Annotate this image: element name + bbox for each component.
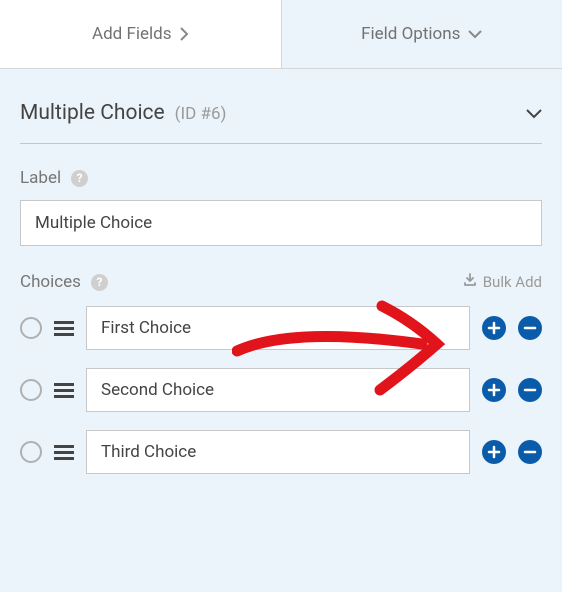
choice-row [20, 368, 542, 412]
remove-choice-button[interactable] [518, 378, 542, 402]
help-icon[interactable]: ? [91, 274, 108, 291]
tab-add-fields[interactable]: Add Fields [0, 0, 282, 68]
section-title: Multiple Choice [20, 101, 165, 125]
section-header[interactable]: Multiple Choice (ID #6) [20, 101, 542, 144]
radio-button[interactable] [20, 317, 42, 339]
bulk-add-label: Bulk Add [483, 273, 542, 291]
tab-field-options-label: Field Options [361, 24, 460, 44]
tab-field-options[interactable]: Field Options [282, 0, 562, 68]
chevron-down-icon[interactable] [526, 104, 542, 123]
add-choice-button[interactable] [482, 440, 506, 464]
choices-label: Choices [20, 272, 81, 292]
add-choice-button[interactable] [482, 378, 506, 402]
radio-button[interactable] [20, 441, 42, 463]
remove-choice-button[interactable] [518, 440, 542, 464]
drag-handle-icon[interactable] [54, 445, 74, 460]
help-icon[interactable]: ? [71, 170, 88, 187]
radio-button[interactable] [20, 379, 42, 401]
tab-bar: Add Fields Field Options [0, 0, 562, 69]
choice-input[interactable] [86, 430, 470, 474]
remove-choice-button[interactable] [518, 316, 542, 340]
chevron-right-icon [180, 27, 189, 41]
bulk-add-button[interactable]: Bulk Add [463, 273, 542, 291]
drag-handle-icon[interactable] [54, 321, 74, 336]
choice-row [20, 430, 542, 474]
choice-input[interactable] [86, 306, 470, 350]
chevron-down-icon [468, 30, 482, 39]
download-icon [463, 273, 477, 291]
section-id: (ID #6) [175, 104, 227, 124]
label-field-block: Label ? [20, 168, 542, 246]
field-options-panel: Multiple Choice (ID #6) Label ? Choices … [0, 69, 562, 520]
choice-row [20, 306, 542, 350]
drag-handle-icon[interactable] [54, 383, 74, 398]
add-choice-button[interactable] [482, 316, 506, 340]
label-field-label: Label [20, 168, 61, 188]
choice-input[interactable] [86, 368, 470, 412]
label-input[interactable] [20, 200, 542, 246]
tab-add-fields-label: Add Fields [92, 24, 172, 44]
choices-block: Choices ? Bulk Add [20, 272, 542, 474]
